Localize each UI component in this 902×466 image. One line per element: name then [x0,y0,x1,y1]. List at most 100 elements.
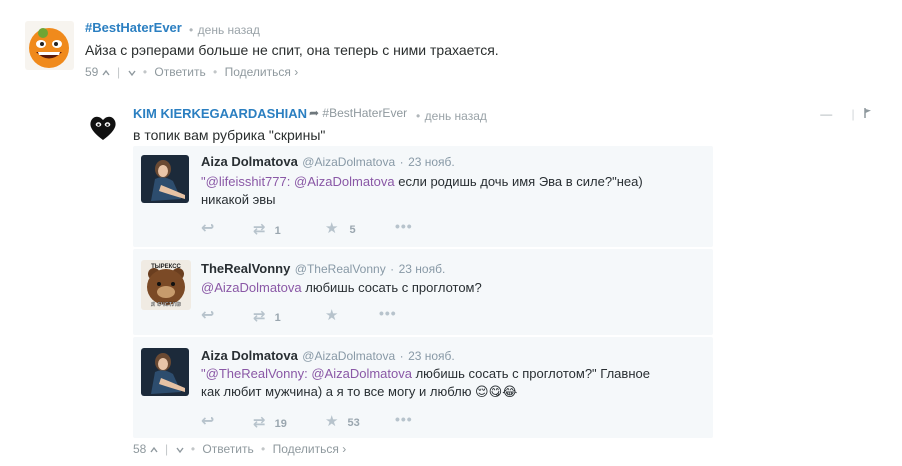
retweet-action[interactable]: ⇄ 19 [253,413,287,431]
comment-footer: 59 | • Ответить • Поделиться › [85,65,298,79]
more-icon[interactable]: ••• [379,305,397,321]
separator-dot: • [261,442,266,456]
reply-to[interactable]: ➦ #BestHaterEver [309,106,407,120]
tweet-actions: ↩ [201,305,214,325]
star-icon[interactable]: ★ [325,413,338,430]
tweet-author-name[interactable]: Aiza Dolmatova [201,348,298,363]
mention-link[interactable]: @lifeisshit777: [206,174,291,189]
vote-count: 58 [133,442,147,456]
reply-icon[interactable]: ↩ [201,307,214,324]
share-link[interactable]: Поделиться [273,442,339,456]
reply-link[interactable]: Ответить [202,442,253,456]
reply-icon[interactable]: ↩ [201,220,214,237]
more-icon[interactable]: ••• [395,218,413,234]
avatar-heart-logo[interactable] [88,113,118,143]
favorite-count: 53 [347,417,360,429]
vote-divider: | [165,442,169,456]
comment-time[interactable]: день назад [425,109,487,123]
share-link[interactable]: Поделиться [225,65,291,79]
separator-dot: · [399,349,404,363]
vote-count: 59 [85,65,99,79]
favorite-action[interactable]: ★ 5 [325,219,356,237]
tweet-text-part: как любит мужчина) а я то все могу и люб… [201,384,518,399]
embedded-tweet[interactable]: Aiza Dolmatova @AizaDolmatova · 23 нояб.… [133,146,713,247]
upvote-icon[interactable] [102,65,113,79]
reply-icon[interactable]: ↩ [201,413,214,430]
retweet-count: 1 [274,312,281,324]
comment-author[interactable]: #BestHaterEver [85,20,182,35]
star-icon[interactable]: ★ [325,220,338,237]
tweet-actions: ↩ [201,411,214,431]
tweet-text-part: никакой эвы [201,192,276,207]
comment-text: Айза с рэперами больше не спит, она тепе… [85,42,499,58]
mention-link[interactable]: @AizaDolmatova [311,366,412,381]
tweet-date[interactable]: 23 нояб. [408,349,455,363]
tweet-avatar[interactable] [141,348,189,396]
favorite-action[interactable]: ★ [325,306,338,324]
comment-tools: — | [820,107,872,121]
reply-to-author[interactable]: #BestHaterEver [322,106,407,120]
tweet-author-handle[interactable]: @TheRealVonny [295,262,386,276]
separator-dot: · [390,262,395,276]
reply-arrow-icon: ➦ [309,106,320,120]
tweet-text: "@lifeisshit777: @AizaDolmatova если род… [201,173,706,209]
retweet-count: 1 [274,225,281,237]
tweet-date[interactable]: 23 нояб. [399,262,446,276]
tweet-author-name[interactable]: Aiza Dolmatova [201,154,298,169]
retweet-action[interactable]: ⇄ 1 [253,307,281,325]
comment-footer: 58 | • Ответить • Поделиться › [133,442,346,456]
comment-time[interactable]: день назад [198,23,260,37]
chevron-right-icon: › [342,442,347,456]
tweet-text-part: любишь сосать с проглотом? [305,280,482,295]
separator-dot: • [416,109,421,123]
downvote-icon[interactable] [127,65,139,79]
comment-text: в топик вам рубрика "скрины" [133,127,326,143]
comment-author[interactable]: KIM KIERKEGAARDASHIAN [133,106,307,121]
tweet-actions: ↩ [201,218,214,238]
tweet-date[interactable]: 23 нояб. [408,155,455,169]
separator-dot: • [189,23,194,37]
favorite-action[interactable]: ★ 53 [325,412,360,430]
collapse-icon[interactable]: — [820,107,832,121]
tweet-header: Aiza Dolmatova @AizaDolmatova · 23 нояб. [201,347,455,365]
comment-meta: • день назад [416,107,487,125]
favorite-count: 5 [349,224,356,236]
tweet-author-handle[interactable]: @AizaDolmatova [302,155,395,169]
star-icon[interactable]: ★ [325,307,338,324]
mention-link[interactable]: @AizaDolmatova [201,280,302,295]
retweet-icon[interactable]: ⇄ [253,414,266,431]
tweet-text-part: если родишь дочь имя Эва в силе?"неа) [398,174,643,189]
mention-link[interactable]: @AizaDolmatova [294,174,395,189]
chevron-right-icon: › [294,65,299,79]
upvote-icon[interactable] [150,442,161,456]
tweet-header: Aiza Dolmatova @AizaDolmatova · 23 нояб. [201,153,455,171]
avatar-caption: я счстлв [151,301,181,308]
embedded-tweet[interactable]: ТЫРЕКСС я счстлв TheRealVonny @TheRealVo… [133,249,713,335]
separator-dot: • [190,442,196,456]
tweet-header: TheRealVonny @TheRealVonny · 23 нояб. [201,260,445,278]
avatar-top-text: ТЫРЕКСС [151,264,181,270]
tweet-avatar[interactable]: ТЫРЕКСС я счстлв [141,260,191,310]
tweet-text-part: любишь сосать с проглотом?" Главное [415,366,650,381]
retweet-action[interactable]: ⇄ 1 [253,220,281,238]
tweet-avatar[interactable] [141,155,189,203]
comment-meta: • день назад [189,21,260,39]
flag-icon[interactable] [864,107,872,121]
avatar-annoying-orange[interactable] [25,21,74,70]
separator-dot: • [213,65,218,79]
retweet-icon[interactable]: ⇄ [253,308,266,325]
reply-link[interactable]: Ответить [154,65,205,79]
divider: | [851,107,855,121]
tweet-author-name[interactable]: TheRealVonny [201,261,290,276]
embedded-tweet[interactable]: Aiza Dolmatova @AizaDolmatova · 23 нояб.… [133,337,713,438]
tweet-author-handle[interactable]: @AizaDolmatova [302,349,395,363]
separator-dot: • [142,65,148,79]
mention-link[interactable]: @TheRealVonny: [206,366,308,381]
vote-divider: | [117,65,121,79]
retweet-icon[interactable]: ⇄ [253,221,266,238]
tweet-text: "@TheRealVonny: @AizaDolmatova любишь со… [201,365,706,401]
more-icon[interactable]: ••• [395,411,413,427]
tweet-text: @AizaDolmatova любишь сосать с проглотом… [201,279,482,297]
downvote-icon[interactable] [175,442,187,456]
separator-dot: · [399,155,404,169]
